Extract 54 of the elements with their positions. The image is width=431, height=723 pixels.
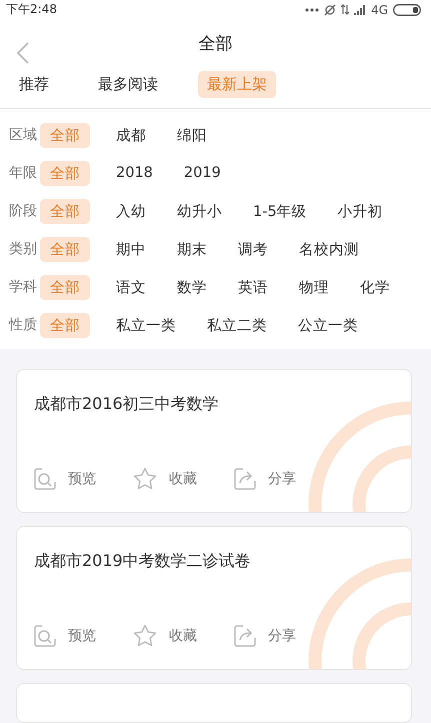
filter-option[interactable]: 2018 bbox=[111, 162, 158, 184]
filter-option[interactable]: 小升初 bbox=[332, 198, 388, 224]
filter-option[interactable]: 期中 bbox=[111, 236, 151, 262]
filter-option[interactable]: 期末 bbox=[172, 236, 212, 262]
filter-option[interactable]: 化学 bbox=[355, 274, 395, 300]
card-title: 成都市2019中考数学二诊试卷 bbox=[34, 551, 252, 572]
filter-option[interactable]: 幼升小 bbox=[172, 198, 227, 224]
filter-option[interactable]: 入幼 bbox=[111, 198, 151, 224]
share-button[interactable]: 分享 bbox=[234, 467, 296, 490]
filter-option[interactable]: 调考 bbox=[233, 236, 273, 262]
card-background[interactable]: 成都市2019中考数学二诊试卷 预览 收藏 分享 bbox=[16, 526, 412, 670]
filter-option[interactable]: 私立二类 bbox=[202, 312, 272, 338]
share-icon bbox=[234, 468, 256, 490]
card-background[interactable]: 成都市2016初三中考数学 预览 收藏 分享 bbox=[16, 369, 412, 513]
filter-option[interactable]: 公立一类 bbox=[293, 312, 363, 338]
filter-option[interactable]: 2019 bbox=[178, 162, 226, 184]
filter-label: 类别 bbox=[8, 240, 38, 258]
tab[interactable]: 推荐 bbox=[10, 71, 58, 98]
filter-label: 性质 bbox=[8, 316, 38, 334]
more-dots-icon bbox=[305, 8, 320, 12]
filter-option[interactable]: 私立一类 bbox=[111, 312, 181, 338]
filter-option[interactable]: 绵阳 bbox=[172, 122, 212, 148]
filter-option[interactable]: 名校内测 bbox=[294, 236, 364, 262]
signal-icon bbox=[354, 4, 366, 15]
filter-label: 阶段 bbox=[8, 202, 38, 220]
filter-label: 区域 bbox=[8, 126, 38, 144]
data-arrows-icon bbox=[341, 4, 350, 16]
page-title: 全部 bbox=[198, 32, 232, 55]
favorite-button[interactable]: 收藏 bbox=[133, 467, 197, 490]
star-icon bbox=[133, 467, 157, 490]
preview-button[interactable]: 预览 bbox=[34, 467, 96, 490]
filter-option[interactable]: 物理 bbox=[294, 274, 334, 300]
status-time: 下午2:48 bbox=[6, 1, 57, 18]
filter-option[interactable]: 1-5年级 bbox=[248, 198, 312, 224]
filter-option[interactable]: 语文 bbox=[111, 274, 151, 300]
share-button[interactable]: 分享 bbox=[234, 624, 296, 647]
network-type: 4G bbox=[371, 2, 388, 17]
card-title: 成都市2016初三中考数学 bbox=[34, 394, 220, 415]
battery-icon bbox=[393, 4, 421, 16]
filter-option[interactable]: 数学 bbox=[172, 274, 212, 300]
star-icon bbox=[133, 624, 157, 647]
filter-option[interactable]: 英语 bbox=[233, 274, 273, 300]
search-icon bbox=[34, 468, 56, 490]
tab[interactable]: 最多阅读 bbox=[89, 71, 167, 98]
share-icon bbox=[234, 624, 256, 646]
card-background[interactable] bbox=[16, 683, 412, 723]
back-icon[interactable] bbox=[17, 42, 29, 64]
search-icon bbox=[34, 624, 56, 646]
filter-label: 年限 bbox=[8, 164, 38, 182]
filter-option[interactable]: 成都 bbox=[111, 122, 151, 148]
favorite-button[interactable]: 收藏 bbox=[133, 624, 197, 647]
filter-label: 学科 bbox=[8, 278, 38, 296]
preview-button[interactable]: 预览 bbox=[34, 624, 96, 647]
alarm-off-icon bbox=[324, 4, 336, 16]
